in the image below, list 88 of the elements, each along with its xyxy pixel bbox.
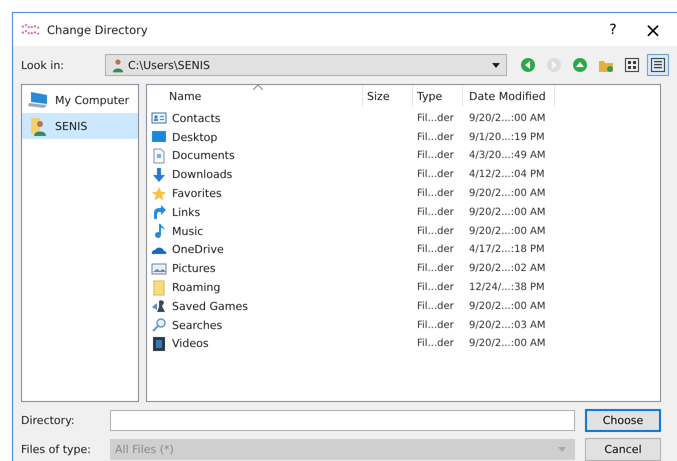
file-type: Fil...der xyxy=(416,188,455,200)
back-icon xyxy=(520,57,536,73)
file-type: Fil...der xyxy=(416,226,455,237)
file-type: Fil...der xyxy=(416,150,455,162)
file-row[interactable]: Saved Games Fil...der 9/20/2...:00 AM xyxy=(147,296,660,316)
file-row[interactable]: Music Fil...der 9/20/2...:00 AM xyxy=(147,222,660,241)
detail-view-button[interactable] xyxy=(647,54,669,76)
laptop-icon xyxy=(28,90,50,110)
file-type: Fil...der xyxy=(416,132,455,143)
file-type: Fil...der xyxy=(416,338,455,350)
film-icon xyxy=(151,336,167,352)
file-name: Saved Games xyxy=(172,300,248,313)
file-date: 9/20/2...:00 AM xyxy=(468,112,546,124)
file-name: Roaming xyxy=(172,281,220,294)
file-date: 9/20/2...:00 AM xyxy=(468,206,546,218)
close-button[interactable]: × xyxy=(633,18,673,42)
file-name: Contacts xyxy=(172,112,221,125)
magnifier-icon xyxy=(151,317,167,334)
column-header[interactable]: Type xyxy=(413,85,463,107)
column-header[interactable]: Name xyxy=(147,85,363,107)
file-date: 4/3/20...:49 AM xyxy=(468,150,546,162)
contact-card-icon xyxy=(151,110,167,126)
chess-piece-icon xyxy=(151,298,167,314)
file-name: Links xyxy=(172,206,200,219)
picture-icon xyxy=(151,260,167,277)
file-name: Documents xyxy=(172,149,235,162)
file-date: 9/20/2...:00 AM xyxy=(468,338,546,350)
file-type: Fil...der xyxy=(416,320,455,331)
grid-icon xyxy=(624,57,640,73)
down-arrow-icon xyxy=(151,166,167,183)
file-row[interactable]: Contacts Fil...der 9/20/2...:00 AM xyxy=(147,109,660,128)
window-title: Change Directory xyxy=(47,22,149,36)
file-row[interactable]: Pictures Fil...der 9/20/2...:02 AM xyxy=(147,259,660,278)
file-date: 9/1/20...:19 PM xyxy=(468,132,546,143)
file-type: Fil...der xyxy=(416,112,455,124)
file-row[interactable]: Links Fil...der 9/20/2...:00 AM xyxy=(147,202,660,222)
file-type: Fil...der xyxy=(416,206,455,218)
list-icon xyxy=(650,57,666,73)
file-name: Desktop xyxy=(172,130,218,144)
look-in-dropdown[interactable]: C:\Users\SENIS xyxy=(105,54,507,76)
file-name: Music xyxy=(172,224,204,238)
app-logo-icon xyxy=(21,22,41,36)
sidebar-item[interactable]: SENIS xyxy=(22,113,138,139)
file-date: 9/20/2...:00 AM xyxy=(468,188,546,200)
dropdown-arrow-icon xyxy=(492,62,500,68)
file-row[interactable]: Videos Fil...der 9/20/2...:00 AM xyxy=(147,334,660,354)
file-date: 9/20/2...:00 AM xyxy=(468,226,546,237)
document-icon xyxy=(151,148,167,164)
file-name: Pictures xyxy=(172,262,216,276)
choose-button[interactable]: Choose xyxy=(585,409,661,432)
file-row[interactable]: Desktop Fil...der 9/1/20...:19 PM xyxy=(147,128,660,147)
file-date: 9/20/2...:02 AM xyxy=(468,263,546,274)
file-row[interactable]: Documents Fil...der 4/3/20...:49 AM xyxy=(147,146,660,166)
file-date: 4/12/2...:04 PM xyxy=(468,169,546,180)
curved-arrow-icon xyxy=(151,204,167,220)
user-icon xyxy=(112,58,124,72)
dropdown-arrow-icon xyxy=(558,447,566,452)
file-type: Fil...der xyxy=(416,282,455,294)
column-header[interactable]: Date Modified xyxy=(463,85,555,107)
directory-label: Directory: xyxy=(21,414,76,427)
up-icon xyxy=(572,57,588,73)
file-row[interactable]: Roaming Fil...der 12/24/...:38 PM xyxy=(147,278,660,297)
file-type: Fil...der xyxy=(416,263,455,274)
file-row[interactable]: Favorites Fil...der 9/20/2...:00 AM xyxy=(147,184,660,203)
file-date: 9/20/2...:03 AM xyxy=(468,320,546,331)
cancel-button[interactable]: Cancel xyxy=(585,438,661,461)
file-type-label: Files of type: xyxy=(21,443,92,456)
file-type: Fil...der xyxy=(416,169,455,180)
file-date: 4/17/2...:18 PM xyxy=(468,244,546,256)
star-icon xyxy=(151,186,167,202)
forward-icon xyxy=(546,57,562,73)
file-type: Fil...der xyxy=(416,300,455,312)
look-in-label: Look in: xyxy=(21,58,65,72)
file-row[interactable]: Downloads Fil...der 4/12/2...:04 PM xyxy=(147,165,660,184)
file-date: 9/20/2...:00 AM xyxy=(468,300,546,312)
file-name: OneDrive xyxy=(172,243,224,256)
file-name: Favorites xyxy=(172,187,222,200)
file-name: Downloads xyxy=(172,168,232,182)
help-button[interactable]: ? xyxy=(593,22,633,38)
file-name: Searches xyxy=(172,318,222,332)
file-row[interactable]: OneDrive Fil...der 4/17/2...:18 PM xyxy=(147,240,660,260)
column-header[interactable]: Size xyxy=(363,85,413,107)
folder-icon xyxy=(151,280,167,296)
file-name: Videos xyxy=(172,337,209,350)
file-date: 12/24/...:38 PM xyxy=(468,282,546,294)
sidebar-item[interactable]: My Computer xyxy=(22,87,138,113)
file-row[interactable]: Searches Fil...der 9/20/2...:03 AM xyxy=(147,316,660,335)
file-type: Fil...der xyxy=(416,244,455,256)
